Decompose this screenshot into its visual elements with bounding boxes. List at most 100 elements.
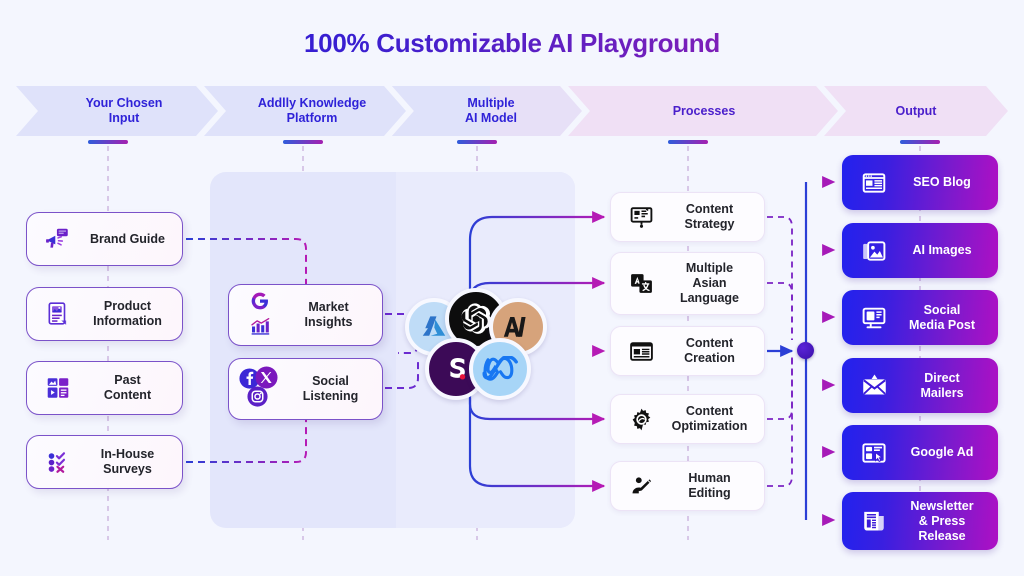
output-card-google-ad[interactable]: Google Ad [842,425,998,480]
label-line1: Newsletter [910,498,974,513]
stage-multiple-ai-model[interactable]: Multiple AI Model [392,86,590,136]
stage-label-line1: Output [895,103,937,118]
output-card-label: Social Media Post [896,303,998,333]
gear-icon [619,407,663,432]
label-line1: Google Ad [910,445,974,459]
label-line2: Optimization [671,419,748,433]
stage-banner: Your Chosen Input Addlly Knowledge Platf… [16,86,1008,136]
knowledge-card-label: Social Listening [287,374,382,404]
label-line2: Media Post [909,317,975,332]
process-card-label: Content Strategy [663,202,764,232]
knowledge-card-label: Market Insights [283,300,382,330]
media-library-icon [35,375,81,401]
megaphone-icon [35,226,81,252]
input-card-brand-guide[interactable]: Brand Guide [26,212,183,266]
convergence-node [797,342,814,359]
infographic-canvas: 100% Customizable AI Playground Your Cho… [0,0,1024,576]
label-line1: Past [114,373,141,387]
label-line1: Content [685,202,734,216]
process-card-label: Content Optimization [663,404,764,434]
bar-chart-icon [250,317,271,340]
output-card-newsletter-press-release[interactable]: Newsletter & Press Release [842,492,998,550]
instagram-icon [247,386,268,412]
pencil-edit-icon [619,474,663,499]
label-line1: Human [688,471,731,485]
label-line3: Language [679,291,740,305]
input-card-past-content[interactable]: Past Content [26,361,183,415]
output-card-label: Direct Mailers [896,371,998,401]
input-card-label: In-House Surveys [81,447,182,477]
process-card-label: Multiple Asian Language [663,261,764,306]
label-line1: Multiple [685,261,734,275]
process-card-label: Human Editing [663,471,764,501]
stage-label-line1: Multiple [467,96,515,111]
output-card-direct-mailers[interactable]: Direct Mailers [842,358,998,413]
envelope-icon [852,372,896,399]
output-card-label: Google Ad [896,445,998,460]
google-g-icon [250,291,270,316]
label-line1: Social [312,374,349,388]
output-card-seo-blog[interactable]: SEO Blog [842,155,998,210]
label-line2: Strategy [684,217,735,231]
label-line1: AI Images [912,243,972,257]
output-card-ai-images[interactable]: AI Images [842,223,998,278]
label-line1: Content [685,404,734,418]
label-line1: Product [103,299,152,313]
output-card-label: AI Images [896,243,998,258]
market-insights-icon-group [237,291,283,340]
label-line1: Market [308,300,349,314]
label-line2: Surveys [103,462,152,476]
social-icon-group [237,366,287,412]
label-line2: Mailers [920,385,964,400]
input-card-in-house-surveys[interactable]: In-House Surveys [26,435,183,489]
input-card-label: Product Information [81,299,182,329]
strategy-board-icon [619,205,663,230]
output-card-social-media-post[interactable]: Social Media Post [842,290,998,345]
product-document-icon [35,301,81,327]
stage-output[interactable]: Output [824,86,1008,136]
stage-label-line2: Input [108,111,140,125]
label-line2: Listening [302,389,359,403]
output-card-label: Newsletter & Press Release [896,499,998,544]
stage-addlly-knowledge-platform[interactable]: Addlly Knowledge Platform [204,86,420,136]
social-post-icon [852,305,896,331]
stage-label-line2: AI Model [464,111,518,125]
label-line2: Asian [692,276,727,290]
label-line1: SEO Blog [913,175,971,189]
stage-your-chosen-input[interactable]: Your Chosen Input [16,86,232,136]
label-line2: & Press [918,513,966,528]
process-card-content-creation[interactable]: Content Creation [610,326,765,376]
stage-label-line1: Your Chosen [85,96,163,111]
stage-label-line1: Processes [672,103,736,118]
label-line2: Information [93,314,162,328]
label-line1: Social [923,302,961,317]
label-line2: Content [103,388,152,402]
newspaper-icon [852,508,896,534]
stage-label-line1: Addlly Knowledge [257,96,367,111]
translate-icon [619,271,663,296]
label-line1: Content [685,336,734,350]
meta-icon[interactable] [469,338,531,400]
output-card-label: SEO Blog [896,175,998,190]
process-card-label: Content Creation [663,336,764,366]
images-icon [852,238,896,264]
knowledge-card-market-insights[interactable]: Market Insights [228,284,383,346]
ad-click-icon [852,440,896,466]
process-card-content-strategy[interactable]: Content Strategy [610,192,765,242]
knowledge-card-social-listening[interactable]: Social Listening [228,358,383,420]
process-card-multiple-asian-language[interactable]: Multiple Asian Language [610,252,765,315]
label-line1: In-House [100,447,155,461]
label-line2: Creation [684,351,735,365]
page-title: 100% Customizable AI Playground [0,28,1024,59]
blog-page-icon [852,170,896,196]
label-line3: Release [918,528,966,543]
article-layout-icon [619,339,663,364]
input-card-product-information[interactable]: Product Information [26,287,183,341]
process-card-human-editing[interactable]: Human Editing [610,461,765,511]
process-card-content-optimization[interactable]: Content Optimization [610,394,765,444]
input-card-label: Brand Guide [81,232,182,247]
ai-model-cluster [405,288,560,408]
survey-checklist-icon [35,449,81,475]
label-line2: Editing [688,486,731,500]
stage-processes[interactable]: Processes [568,86,840,136]
